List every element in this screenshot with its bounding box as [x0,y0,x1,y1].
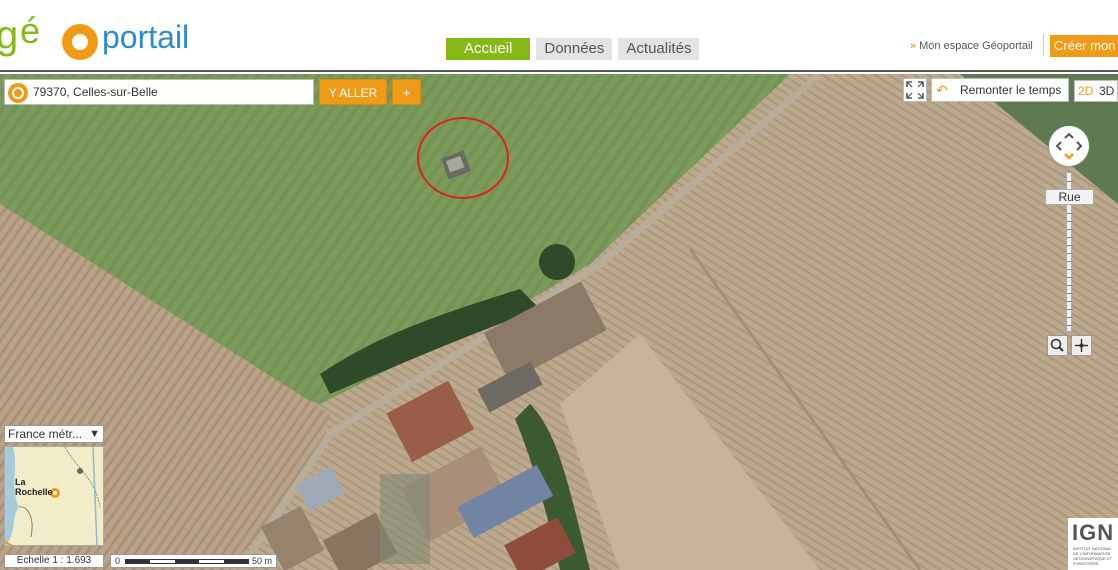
chevron-down-icon: ▼ [89,428,100,440]
mode-3d-button[interactable]: 3D [1099,81,1114,101]
location-target-icon[interactable] [8,83,28,103]
mode-2d-button[interactable]: 2D [1078,81,1093,101]
navigation-compass[interactable] [1049,126,1089,166]
zoom-level-label[interactable]: Rue [1045,189,1094,205]
fullscreen-button[interactable] [903,78,927,102]
tab-accueil[interactable]: Accueil [446,38,531,60]
territory-selector[interactable]: France métr... ▼ [4,425,104,443]
location-search [4,79,314,105]
view-mode-toggle: 2D 3D [1074,80,1118,102]
main-nav: Accueil Données Actualités [446,38,700,60]
territory-selector-value: France métr... [8,427,83,441]
header-divider [1043,34,1044,56]
ign-logo[interactable]: IGN Institut national de l'information g… [1068,518,1118,570]
overview-map[interactable]: La Rochelle [4,446,104,546]
time-travel-button[interactable]: ↶ Remonter le temps [931,78,1069,102]
svg-text:g: g [0,13,18,57]
svg-text:é: é [20,10,40,51]
advanced-search-button[interactable]: + [392,79,421,105]
mon-espace-link[interactable]: » Mon espace Géoportail [910,40,1033,52]
create-account-button[interactable]: Créer mon [1050,35,1118,57]
tab-actualites[interactable]: Actualités [618,38,700,60]
ign-logo-text: IGN [1072,520,1115,545]
mon-espace-label: Mon espace Géoportail [919,40,1033,52]
ign-subtitle: Institut national de l'information géogr… [1073,546,1113,566]
chevron-right-icon: » [910,40,917,52]
center-icon [1075,339,1088,352]
map-view[interactable]: Y ALLER + ↶ Remonter le temps 2D 3D [0,74,1118,570]
time-travel-label: Remonter le temps [960,83,1062,97]
center-button[interactable] [1071,335,1092,356]
header: g é portail Accueil Données Actualités »… [0,0,1118,72]
compass-icon [1055,132,1083,160]
geoportail-logo[interactable]: g é portail [0,6,214,62]
geoportail-page: g é portail Accueil Données Actualités »… [0,0,1118,570]
scale-bar-start: 0 [115,556,121,566]
zoom-box-icon [1050,338,1064,352]
aerial-imagery[interactable] [0,74,1118,570]
go-button[interactable]: Y ALLER [319,79,387,105]
tab-donnees[interactable]: Données [536,38,613,60]
fullscreen-icon [906,81,924,99]
undo-icon: ↶ [936,82,948,98]
scale-bar: 0 50 m [110,554,277,568]
scale-bar-end: 50 m [251,556,272,566]
svg-text:portail: portail [102,19,189,55]
overview-place-label: La Rochelle [15,477,53,497]
scale-readout: Echelle 1 : 1.693 [4,554,104,568]
search-input[interactable] [33,80,311,104]
zoom-box-button[interactable] [1047,335,1068,356]
